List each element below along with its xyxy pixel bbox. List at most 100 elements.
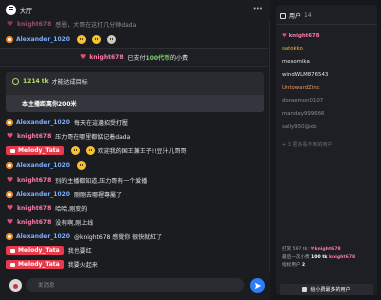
message-username[interactable]: Alexander_1020 (16, 233, 70, 240)
goal-text: 才能达成目标 (51, 79, 88, 86)
users-count: 14 (304, 12, 312, 19)
user-list-item[interactable]: doraemon0107 (282, 98, 323, 104)
stats-line: 指标用户 2 (282, 262, 355, 270)
top-tippers-button[interactable]: 给小费最多的用户 (280, 284, 373, 295)
heart-icon: ♥ (6, 176, 14, 184)
message-text: 感恩，大哥在这打几分钟dada (55, 22, 137, 29)
tip-username[interactable]: knight678 (89, 54, 123, 61)
message-username[interactable]: knight678 (17, 205, 51, 212)
message-username[interactable]: knight678 (17, 21, 51, 28)
users-header: 用户 14 (280, 11, 312, 20)
users-title: 用户 (289, 13, 302, 20)
chat-message: Melody_Tata 我要火起来 (0, 258, 268, 271)
chat-message: Alexander_1020 每天在這邊招受打壓 (0, 116, 268, 129)
stats-amount: 100 tk (311, 255, 328, 260)
user-list-item[interactable]: mesomika (282, 59, 310, 65)
user-badge-icon (6, 233, 13, 240)
message-username: Melody_Tata (18, 247, 60, 254)
avatar[interactable] (9, 279, 22, 292)
stats-user[interactable]: knight678 (329, 255, 355, 260)
heart-icon: ♥ (6, 204, 14, 212)
top-tippers-label: 给小费最多的用户 (310, 287, 351, 293)
users-icon (280, 12, 286, 19)
message-text: 每天在這邊招受打壓 (73, 120, 128, 127)
chat-panel: ♥ knight678 感恩，大哥在这打几分钟dada Alexander_10… (0, 0, 270, 300)
chat-message: ♥ knight678 压力哥在哪里都惦记着dada (0, 130, 268, 143)
message-text: 我也要红 (67, 248, 92, 255)
message-username[interactable]: knight678 (17, 177, 51, 184)
heart-icon: ♥ (6, 218, 14, 226)
chat-message: Alexander_1020 @knight678 感覺你 很快就紅了 (0, 230, 268, 243)
chat-bubble-icon (6, 5, 16, 15)
more-users-text: + 3 更多看不到的用户 (282, 142, 333, 148)
emoji-icon (76, 35, 86, 44)
goal-card: 1214 tk 才能达成目标 本主播距离你200米 (6, 72, 264, 112)
message-username: Melody_Tata (18, 261, 60, 268)
chat-messages[interactable]: ♥ knight678 感恩，大哥在这打几分钟dada Alexander_10… (0, 0, 270, 272)
stats-line: 最后一次小费 100 tk knight678 (282, 254, 355, 262)
message-username[interactable]: Alexander_1020 (16, 162, 70, 169)
heart-icon: ♥ (6, 132, 14, 140)
send-button[interactable] (250, 278, 265, 293)
user-badge-icon (6, 36, 13, 43)
message-username[interactable]: knight678 (17, 133, 51, 140)
heart-icon: ♥ (6, 20, 14, 28)
message-input[interactable]: 发消息 (26, 278, 244, 292)
message-text: 欢迎我的国王兼王子!!豆汁儿哥哥 (97, 148, 187, 155)
message-text: 没有啊,刚上线 (55, 220, 94, 227)
message-username: Melody_Tata (18, 147, 60, 154)
stats-label: 指标用户 (282, 263, 301, 268)
message-text: 我要火起来 (67, 262, 98, 269)
emoji-icon (106, 35, 116, 44)
message-username[interactable]: Alexander_1020 (16, 119, 70, 126)
emoji-icon (85, 146, 95, 155)
tip-stats: 打赏 597 tk: ♥knight678 最后一次小费 100 tk knig… (282, 246, 355, 270)
stats-count: 2 (301, 263, 306, 268)
user-list-item[interactable]: windWLM876543 (282, 72, 328, 78)
chat-message: ♥ knight678 没有啊,刚上线 (0, 216, 268, 229)
stats-label: 打赏 597 tk: (282, 247, 309, 252)
chat-title: 大厅 (20, 7, 33, 15)
message-text: 别的主播都知道,压力哥有一个爱播 (55, 178, 148, 185)
user-pill[interactable]: Melody_Tata (6, 146, 64, 155)
divider (0, 66, 268, 67)
send-icon (254, 282, 261, 289)
stats-line: 打赏 597 tk: ♥knight678 (282, 246, 355, 254)
tip-amount: 100代币 (145, 54, 171, 62)
goal-tokens: 1214 tk (23, 78, 49, 85)
message-text: @knight678 感覺你 很快就紅了 (73, 234, 163, 241)
chat-message: ♥ knight678 哈哈,刚变的 (0, 202, 268, 215)
tip-notification: ♥ knight678 已支付 100代币 的小费 (0, 49, 268, 65)
user-pill[interactable]: Melody_Tata (6, 260, 64, 269)
message-text: 压力哥在哪里都惦记着dada (55, 134, 131, 141)
user-pill[interactable]: Melody_Tata (6, 246, 64, 255)
user-list-item[interactable]: manday999666 (282, 111, 324, 117)
user-list-item[interactable]: satokko (282, 46, 303, 52)
heart-icon: ♥ (79, 53, 87, 61)
chat-message: ♥ knight678 别的主播都知道,压力哥有一个爱播 (0, 174, 268, 187)
message-username[interactable]: Alexander_1020 (16, 191, 70, 198)
stats-user[interactable]: knight678 (314, 247, 340, 252)
chat-message: Melody_Tata 欢迎我的国王兼王子!!豆汁儿哥哥 (0, 144, 268, 157)
camera-icon (10, 262, 15, 267)
tip-pre-text: 已支付 (127, 54, 146, 62)
emoji-icon (76, 161, 86, 170)
trophy-icon (302, 287, 308, 292)
chat-header: 大厅 ••• (0, 0, 270, 20)
users-sidebar: 用户 14 ♥ knight678 satokko mesomika windW… (273, 0, 381, 300)
goal-bar: 本主播距离你200米 (6, 95, 264, 112)
user-badge-icon (6, 119, 13, 126)
message-username[interactable]: knight678 (17, 219, 51, 226)
user-list-item[interactable]: ♥ knight678 (282, 33, 320, 39)
user-list-item[interactable]: UntowardZinc (282, 85, 320, 91)
message-text: 哈哈,刚变的 (55, 206, 88, 213)
goal-icon (12, 78, 19, 85)
message-username[interactable]: Alexander_1020 (16, 36, 70, 43)
message-text: 剛剛去哪裡專屬了 (73, 192, 122, 199)
chat-message: Melody_Tata 我也要红 (0, 244, 268, 257)
user-list-item[interactable]: sally950@xb (282, 124, 317, 130)
chat-message: Alexander_1020 剛剛去哪裡專屬了 (0, 188, 268, 201)
more-options-icon[interactable]: ••• (253, 5, 263, 13)
emoji-icon (91, 35, 101, 44)
user-name: knight678 (288, 33, 320, 39)
